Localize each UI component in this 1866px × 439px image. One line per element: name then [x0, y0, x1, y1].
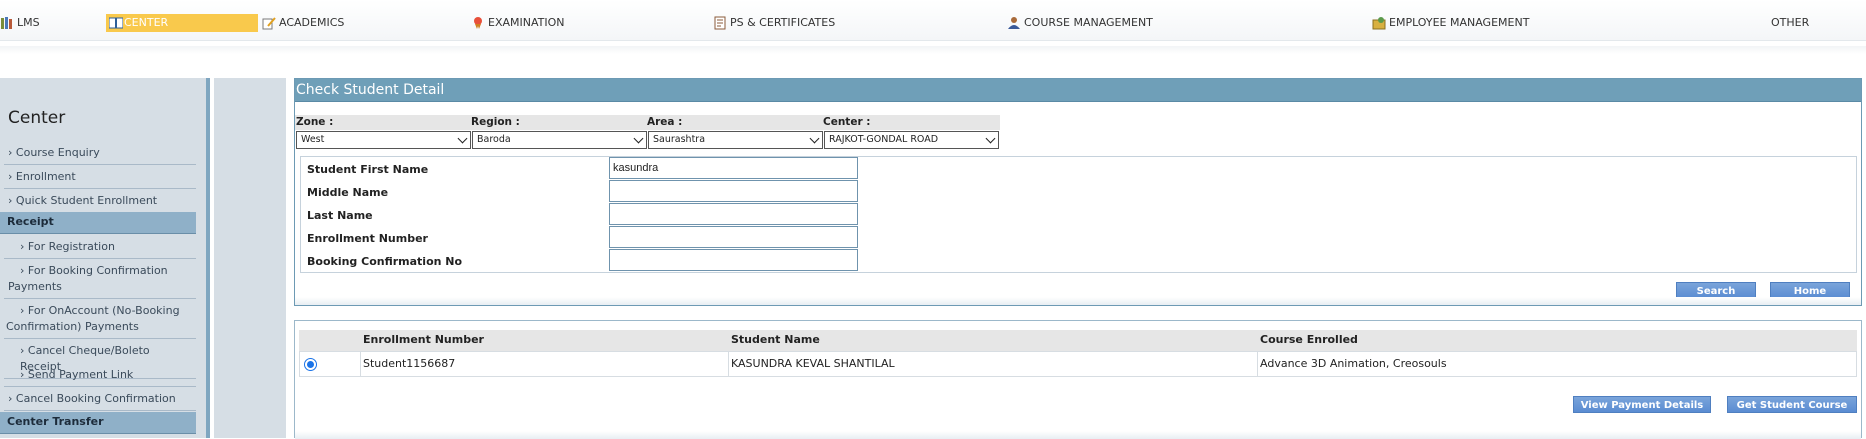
row-select-radio[interactable]: [304, 358, 317, 371]
arrow-icon: ›: [8, 146, 13, 159]
menu-item-other[interactable]: OTHER: [1771, 14, 1809, 32]
menu-label: CENTER: [124, 16, 169, 29]
menu-item-employee-management[interactable]: EMPLOYEE MANAGEMENT: [1372, 14, 1529, 32]
arrow-icon: ›: [20, 240, 25, 253]
enrollment-number-input[interactable]: [609, 226, 858, 248]
menu-label: LMS: [17, 16, 40, 29]
get-student-course-detail-button[interactable]: Get Student Course Detail: [1727, 396, 1857, 428]
middle-name-input[interactable]: [609, 180, 858, 202]
top-menu-bar: LMS CENTER ACADEMICS EXAMINATION PS & CE…: [0, 0, 1866, 41]
sidebar-heading-receipt[interactable]: Receipt: [0, 212, 196, 234]
menu-label: COURSE MANAGEMENT: [1024, 16, 1153, 29]
topbar-divider: [0, 46, 1866, 54]
search-form: Student First Name Middle Name Last Name…: [300, 156, 1857, 273]
col-enrollment-number: Enrollment Number: [363, 333, 484, 346]
arrow-icon: ›: [8, 194, 13, 207]
menu-item-academics[interactable]: ACADEMICS: [262, 14, 344, 32]
last-name-label: Last Name: [307, 209, 373, 222]
middle-name-label: Middle Name: [307, 186, 389, 199]
arrow-icon: ›: [8, 392, 13, 405]
booking-confirmation-input[interactable]: [609, 249, 858, 271]
booking-confirmation-label: Booking Confirmation No: [307, 255, 463, 268]
sidebar-gutter: [214, 78, 286, 438]
sidebar-item-send-payment-link[interactable]: › Send Payment Link: [4, 364, 196, 387]
center-select[interactable]: RAJKOT-GONDAL ROAD: [824, 131, 999, 149]
first-name-label: Student First Name: [307, 163, 429, 176]
col-student-name: Student Name: [731, 333, 820, 346]
first-name-input[interactable]: [609, 157, 858, 179]
sidebar-item-for-onaccount[interactable]: › For OnAccount (No-Booking Confirmation…: [4, 300, 196, 339]
chevron-down-icon: [457, 133, 468, 144]
certificate-icon: [713, 16, 727, 30]
center-label: Center :: [823, 116, 871, 128]
menu-label: PS & CERTIFICATES: [730, 16, 836, 29]
sidebar-item-cancel-booking[interactable]: › Cancel Booking Confirmation: [4, 388, 196, 411]
arrow-icon: ›: [20, 344, 25, 357]
chevron-down-icon: [809, 133, 820, 144]
filter-row: Zone : Region : Area : Center : West Bar…: [295, 115, 1000, 151]
zone-label: Zone :: [296, 116, 334, 128]
menu-item-course-management[interactable]: COURSE MANAGEMENT: [1007, 14, 1153, 32]
award-icon: [471, 16, 485, 30]
area-label: Area :: [647, 116, 683, 128]
panel-bottom-strip: [295, 297, 1861, 305]
sidebar-item-for-booking-confirmation[interactable]: › For Booking Confirmation Payments: [4, 260, 196, 299]
arrow-icon: ›: [20, 304, 25, 317]
view-payment-details-button[interactable]: View Payment Details: [1573, 396, 1711, 413]
sidebar-item-enrollment[interactable]: › Enrollment: [4, 166, 196, 189]
col-course-enrolled: Course Enrolled: [1260, 333, 1358, 346]
arrow-icon: ›: [8, 170, 13, 183]
user-icon: [1007, 16, 1021, 30]
table-row[interactable]: Student1156687 KASUNDRA KEVAL SHANTILAL …: [299, 351, 1857, 377]
enrollment-number-label: Enrollment Number: [307, 232, 428, 245]
sidebar-item-for-registration[interactable]: › For Registration: [4, 236, 196, 259]
results-header: Enrollment Number Student Name Course En…: [299, 330, 1857, 351]
menu-label: ACADEMICS: [279, 16, 345, 29]
menu-item-examination[interactable]: EXAMINATION: [471, 14, 565, 32]
last-name-input[interactable]: [609, 203, 858, 225]
arrow-icon: ›: [20, 264, 25, 277]
employee-box-icon: [1372, 16, 1386, 30]
arrow-icon: ›: [20, 368, 25, 381]
menu-label: EMPLOYEE MANAGEMENT: [1389, 16, 1530, 29]
cell-enrollment-number: Student1156687: [360, 352, 728, 376]
menu-item-lms[interactable]: LMS: [0, 14, 40, 32]
sidebar-item-quick-student-enrollment[interactable]: › Quick Student Enrollment: [4, 190, 196, 213]
cell-course-enrolled: Advance 3D Animation, Creosouls: [1257, 352, 1855, 376]
chevron-down-icon: [633, 133, 644, 144]
region-select[interactable]: Baroda: [472, 131, 647, 149]
menu-item-center[interactable]: CENTER: [106, 14, 258, 32]
chevron-down-icon: [985, 133, 996, 144]
menu-item-ps-certificates[interactable]: PS & CERTIFICATES: [713, 14, 835, 32]
sidebar: Center › Course Enquiry › Enrollment › Q…: [0, 78, 210, 438]
check-student-panel: Check Student Detail Zone : Region : Are…: [294, 78, 1862, 306]
pencil-icon: [262, 16, 276, 30]
sidebar-heading-center-transfer[interactable]: Center Transfer: [0, 412, 196, 434]
area-select[interactable]: Saurashtra: [648, 131, 823, 149]
zone-select[interactable]: West: [296, 131, 471, 149]
books-icon: [0, 16, 14, 30]
sidebar-title: Center: [8, 108, 66, 128]
menu-label: OTHER: [1771, 16, 1810, 29]
menu-label: EXAMINATION: [488, 16, 565, 29]
panel-title: Check Student Detail: [295, 79, 1861, 102]
region-label: Region :: [471, 116, 520, 128]
sidebar-item-course-enquiry[interactable]: › Course Enquiry: [4, 142, 196, 165]
results-panel: Enrollment Number Student Name Course En…: [294, 320, 1862, 439]
book-open-icon: [108, 16, 124, 30]
cell-student-name: KASUNDRA KEVAL SHANTILAL: [728, 352, 1257, 376]
